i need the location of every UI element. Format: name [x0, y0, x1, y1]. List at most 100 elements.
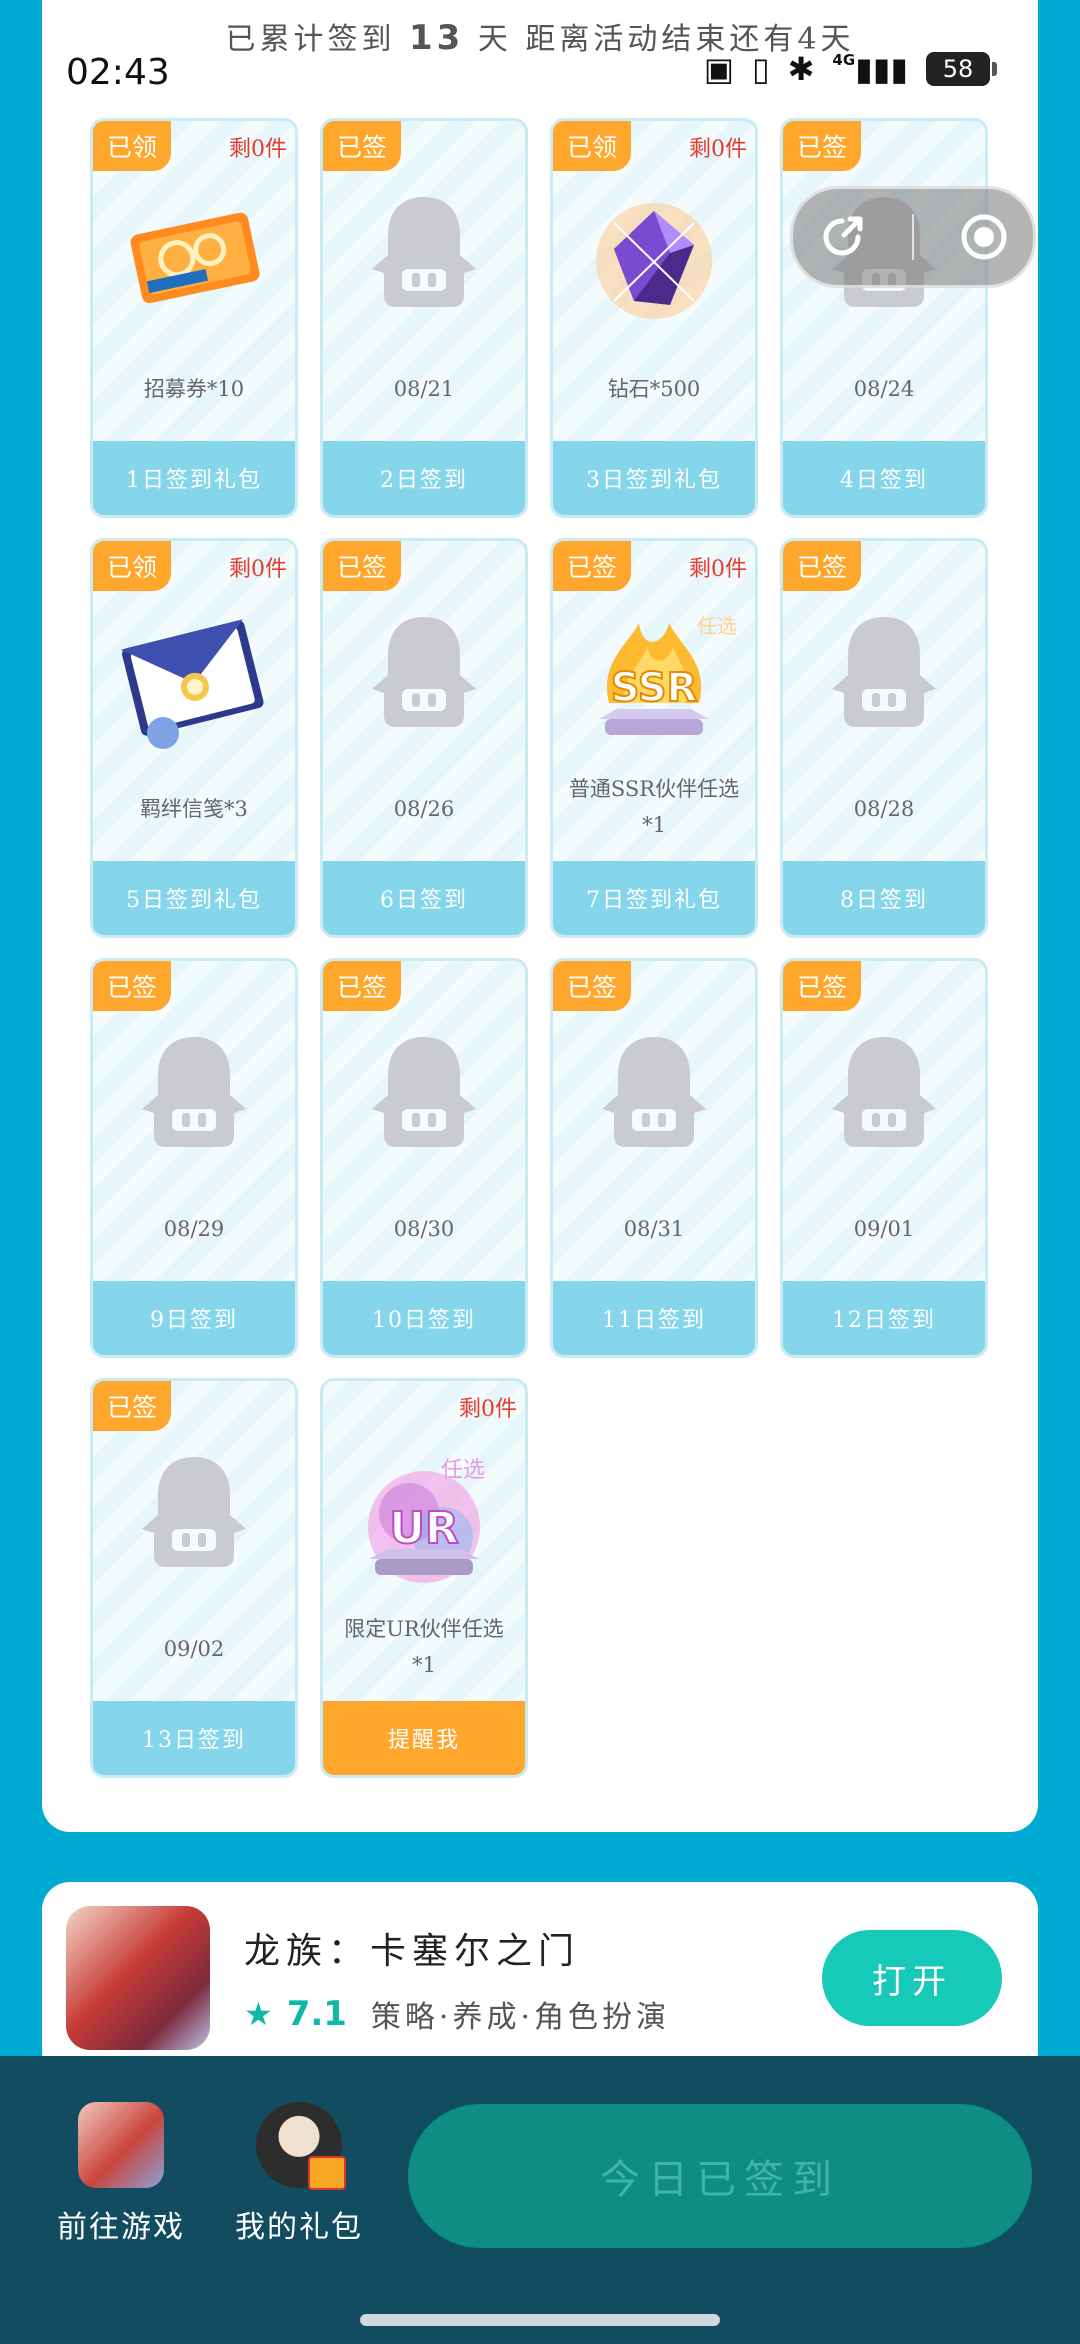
status-tag: 已签 — [93, 961, 171, 1011]
game-icon — [78, 2102, 164, 2188]
placeholder-avatar-icon — [323, 1023, 525, 1173]
reward-card[interactable]: 已签 08/21 2日签到 — [320, 118, 528, 518]
reward-card[interactable]: 已签 剩0件 SSR 任选普通SSR伙伴任选 *1 7日签到礼包 — [550, 538, 758, 938]
reward-card[interactable]: 已签 08/29 9日签到 — [90, 958, 298, 1358]
status-tag: 已签 — [323, 961, 401, 1011]
vibrate-icon: ▯ — [752, 50, 770, 88]
reward-caption: 08/31 — [623, 1217, 685, 1241]
open-game-button[interactable]: 打开 — [822, 1930, 1002, 2026]
day-label: 5日签到礼包 — [93, 861, 295, 935]
status-icons: ▣ ▯ ✱ 4G▮▮▮ 58 — [703, 50, 997, 88]
reward-card[interactable]: 已领 剩0件 钻石*500 3日签到礼包 — [550, 118, 758, 518]
placeholder-avatar-icon — [323, 183, 525, 333]
day-label: 11日签到 — [553, 1281, 755, 1355]
game-genre: 策略·养成·角色扮演 — [370, 2000, 670, 2035]
placeholder-avatar-icon — [783, 1023, 985, 1173]
floating-control[interactable] — [790, 186, 1036, 288]
status-tag: 已签 — [323, 541, 401, 591]
reward-caption: 08/26 — [393, 797, 455, 821]
day-label: 4日签到 — [783, 441, 985, 515]
nfc-icon: ▣ — [703, 50, 734, 88]
remaining-count: 剩0件 — [229, 557, 287, 582]
reward-card[interactable]: 已领 剩0件 招募券*10 1日签到礼包 — [90, 118, 298, 518]
reward-caption: 08/28 — [853, 797, 915, 821]
reward-caption: 羁绊信笺*3 — [140, 797, 248, 821]
ssr-partner-icon: SSR 任选 — [553, 603, 755, 753]
gift-avatar-icon — [256, 2102, 346, 2190]
reward-card[interactable]: 已签 08/31 11日签到 — [550, 958, 758, 1358]
reward-caption: 08/24 — [853, 377, 915, 401]
reward-caption: 招募券*10 — [143, 377, 245, 401]
day-label: 12日签到 — [783, 1281, 985, 1355]
ur-partner-icon: UR 任选 — [323, 1443, 525, 1593]
reward-caption: 09/02 — [163, 1637, 225, 1661]
placeholder-avatar-icon — [553, 1023, 755, 1173]
reward-caption: 09/01 — [853, 1217, 915, 1241]
reward-card[interactable]: 已签 09/01 12日签到 — [780, 958, 988, 1358]
my-gifts-label: 我的礼包 — [235, 2210, 363, 2245]
gift-box-icon — [308, 2156, 346, 2190]
signed-today-button[interactable]: 今日已签到 — [408, 2104, 1032, 2248]
day-label: 8日签到 — [783, 861, 985, 935]
go-to-game-label: 前往游戏 — [57, 2210, 185, 2245]
reward-card[interactable]: 剩0件 UR 任选限定UR伙伴任选 *1 提醒我 — [320, 1378, 528, 1778]
svg-text:SSR: SSR — [611, 665, 698, 711]
bluetooth-icon: ✱ — [787, 50, 815, 88]
status-tag: 已签 — [553, 961, 631, 1011]
reward-caption: 08/30 — [393, 1217, 455, 1241]
placeholder-avatar-icon — [323, 603, 525, 753]
status-tag: 已签 — [783, 541, 861, 591]
placeholder-avatar-icon — [783, 603, 985, 753]
day-label: 9日签到 — [93, 1281, 295, 1355]
go-to-game-button[interactable]: 前往游戏 — [46, 2102, 196, 2246]
reward-card[interactable]: 已签 08/30 10日签到 — [320, 958, 528, 1358]
status-tag: 已签 — [93, 1381, 171, 1431]
reward-card[interactable]: 已签 08/26 6日签到 — [320, 538, 528, 938]
placeholder-avatar-icon — [93, 1023, 295, 1173]
day-label: 7日签到礼包 — [553, 861, 755, 935]
control-divider — [912, 214, 914, 260]
day-label: 10日签到 — [323, 1281, 525, 1355]
game-rating: 7.1 — [286, 1994, 347, 2034]
reward-card[interactable]: 已签 09/02 13日签到 — [90, 1378, 298, 1778]
star-icon: ★ — [244, 1995, 273, 2033]
reward-card[interactable]: 已签 08/24 4日签到 — [780, 118, 988, 518]
home-indicator[interactable] — [360, 2314, 720, 2326]
svg-text:任选: 任选 — [697, 614, 737, 638]
reward-card[interactable]: 已领 剩0件羁绊信笺*3 5日签到礼包 — [90, 538, 298, 938]
day-label: 13日签到 — [93, 1701, 295, 1775]
day-label: 2日签到 — [323, 441, 525, 515]
day-label: 6日签到 — [323, 861, 525, 935]
game-card: 龙族：卡塞尔之门 ★ 7.1 策略·养成·角色扮演 打开 — [42, 1882, 1038, 2062]
reward-caption: 08/29 — [163, 1217, 225, 1241]
status-bar: 02:43 ▣ ▯ ✱ 4G▮▮▮ 58 — [0, 0, 1080, 150]
game-meta: ★ 7.1 策略·养成·角色扮演 — [244, 1992, 670, 2036]
status-tag: 已签 — [553, 541, 631, 591]
svg-text:任选: 任选 — [441, 1458, 485, 1483]
remaining-count: 剩0件 — [459, 1397, 517, 1422]
record-icon[interactable] — [956, 209, 1012, 265]
svg-text:UR: UR — [389, 1503, 459, 1554]
reward-caption: 普通SSR伙伴任选 *1 — [568, 777, 740, 837]
bottom-bar: 前往游戏 我的礼包 今日已签到 — [0, 2056, 1080, 2344]
status-time: 02:43 — [66, 52, 170, 93]
signal-icon: 4G▮▮▮ — [832, 50, 908, 88]
day-label: 1日签到礼包 — [93, 441, 295, 515]
game-name: 龙族：卡塞尔之门 — [244, 1931, 581, 1972]
remind-me-button[interactable]: 提醒我 — [323, 1701, 525, 1775]
remaining-count: 剩0件 — [689, 557, 747, 582]
share-icon[interactable] — [814, 209, 870, 265]
game-app-icon[interactable] — [66, 1906, 210, 2050]
status-tag: 已领 — [93, 541, 171, 591]
diamond-icon — [553, 183, 755, 333]
status-tag: 已签 — [783, 961, 861, 1011]
day-label: 3日签到礼包 — [553, 441, 755, 515]
reward-card[interactable]: 已签 08/28 8日签到 — [780, 538, 988, 938]
reward-caption: 08/21 — [393, 377, 455, 401]
reward-caption: 限定UR伙伴任选 *1 — [344, 1617, 504, 1677]
my-gifts-button[interactable]: 我的礼包 — [224, 2102, 374, 2246]
recruit-ticket-icon — [93, 183, 295, 333]
placeholder-avatar-icon — [93, 1443, 295, 1593]
battery-icon: 58 — [926, 52, 997, 86]
reward-caption: 钻石*500 — [607, 377, 701, 401]
